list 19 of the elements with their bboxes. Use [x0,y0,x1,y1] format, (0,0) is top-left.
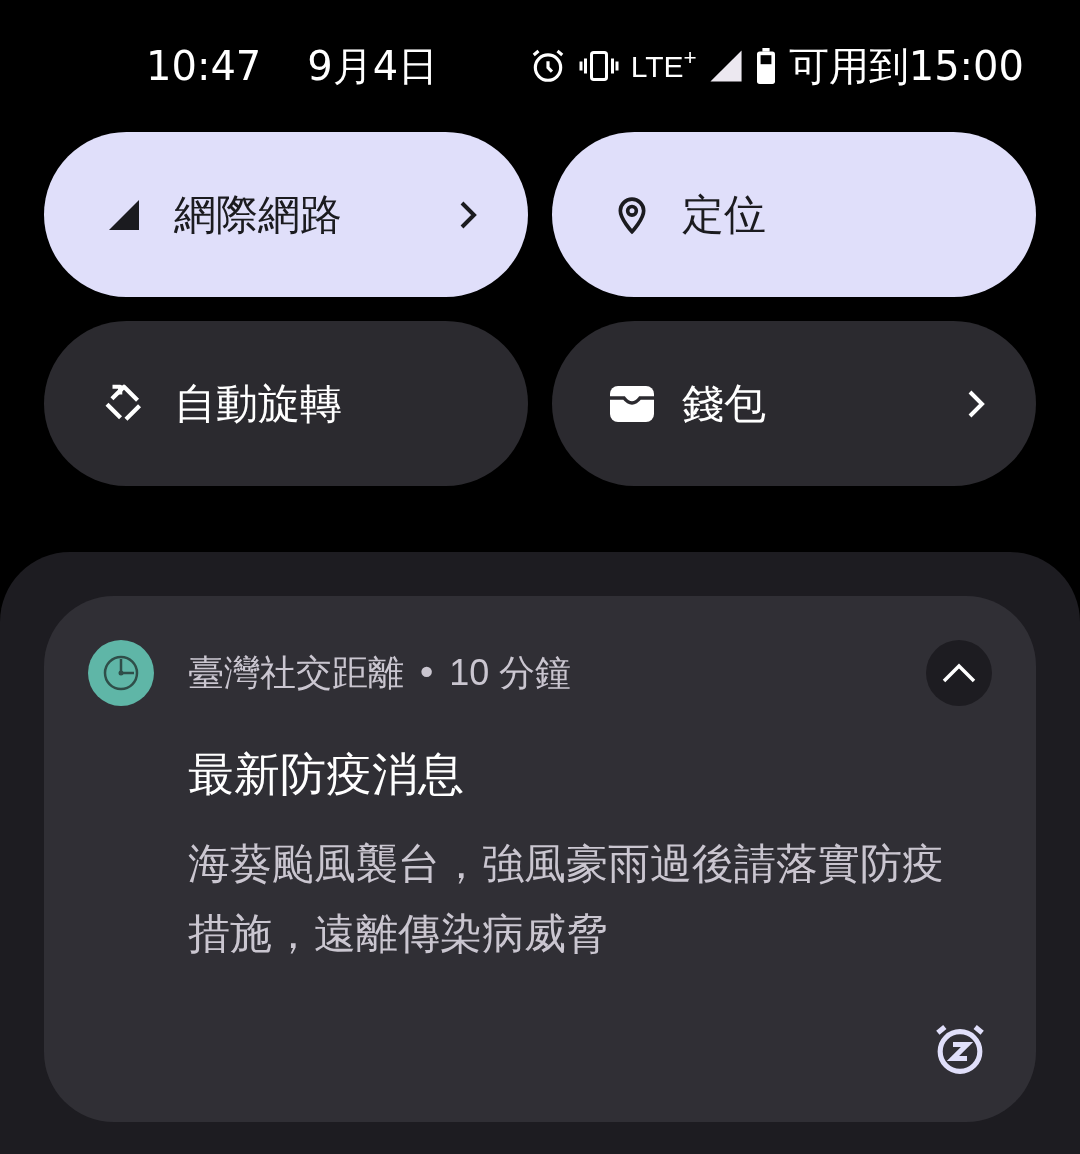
notification-title: 最新防疫消息 [188,746,465,803]
date: 9月4日 [307,42,439,91]
wallet-icon [608,383,656,424]
clock-time: 10:47 [146,42,262,91]
battery-icon [754,48,777,84]
app-clock-icon [88,640,154,706]
cell-signal-icon [708,49,743,83]
network-type: LTE$^{+}$ [630,44,697,85]
notification-body: 海葵颱風襲台，強風豪雨過後請落實防疫措施，遠離傳染病威脅 [188,838,945,960]
separator-dot: • [416,651,438,695]
quick-settings-tile[interactable]: 定位 [552,132,1036,297]
app-name: 臺灣社交距離 [188,651,404,695]
quick-settings-tile[interactable]: 自動旋轉 [44,321,528,486]
quick-settings-tile[interactable]: 錢包 [552,321,1036,486]
chevron-up-icon [941,662,977,684]
battery-time-remaining: 可用到15:00 [788,42,1024,91]
notification-time: 10 分鐘 [449,651,572,695]
quick-settings-tile[interactable]: 網際網路 [44,132,528,297]
vibrate-icon [578,48,619,84]
